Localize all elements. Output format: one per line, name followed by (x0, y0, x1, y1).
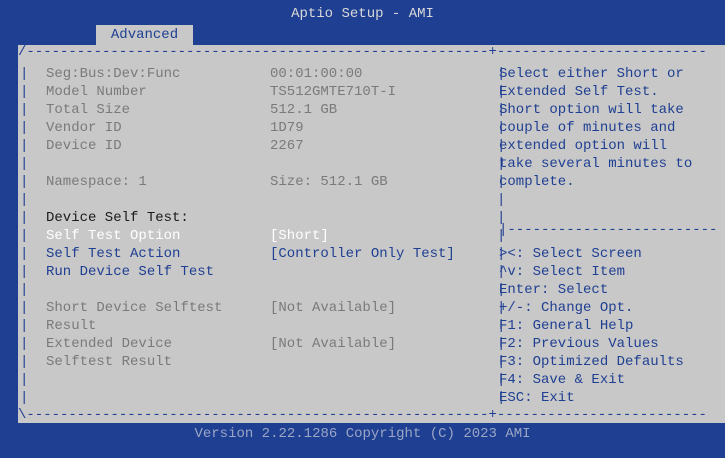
help-text-line: Select either Short or (499, 66, 684, 82)
help-text-line: Short option will take (499, 102, 684, 118)
value-namespace-size: Size: 512.1 GB (270, 174, 388, 190)
border-glyph: | (20, 336, 29, 352)
border-glyph: | (20, 264, 29, 280)
label-extended-device: Extended Device (46, 336, 173, 352)
border-glyph: | (20, 138, 29, 154)
label-short-selftest-result: Result (46, 318, 97, 334)
help-text-line: complete. (499, 174, 575, 190)
label-extended-selftest-result: Selftest Result (46, 354, 173, 370)
border-glyph: | (20, 318, 29, 334)
value-short-selftest: [Not Available] (270, 300, 397, 316)
value-total-size: 512.1 GB (270, 102, 338, 118)
app-title: Aptio Setup - AMI (291, 6, 434, 22)
value-model-number: TS512GMTE710T-I (270, 84, 397, 100)
key-hint: ^v: Select Item (499, 264, 626, 280)
border-glyph: | (20, 156, 29, 172)
border-glyph: | (497, 192, 506, 208)
border-glyph: | (20, 210, 29, 226)
label-vendor-id: Vendor ID (46, 120, 122, 136)
tab-advanced[interactable]: Advanced (96, 25, 193, 45)
label-short-selftest: Short Device Selftest (46, 300, 223, 316)
help-text-line: extended option will (499, 138, 668, 154)
label-total-size: Total Size (46, 102, 131, 118)
border-glyph: | (20, 228, 29, 244)
label-namespace: Namespace: 1 (46, 174, 147, 190)
border-glyph: | (20, 174, 29, 190)
border-glyph: | (20, 192, 29, 208)
run-device-self-test-item[interactable]: Run Device Self Test (46, 263, 214, 281)
help-text-line: Extended Self Test. (499, 84, 659, 100)
frame-top-border: /---------------------------------------… (18, 45, 707, 59)
key-hint: ESC: Exit (499, 390, 575, 406)
border-glyph: | (20, 246, 29, 262)
help-text-line: couple of minutes and (499, 120, 676, 136)
key-hint: F2: Previous Values (499, 336, 659, 352)
border-glyph: | (20, 84, 29, 100)
value-vendor-id: 1D79 (270, 120, 304, 136)
label-seg-bus-dev-func: Seg:Bus:Dev:Func (46, 66, 181, 82)
border-glyph: | (20, 390, 29, 406)
device-self-test-heading: Device Self Test: (46, 210, 189, 226)
key-hint: ><: Select Screen (499, 246, 642, 262)
key-hint: Enter: Select (499, 282, 609, 298)
value-extended-selftest: [Not Available] (270, 336, 397, 352)
self-test-action-item[interactable]: Self Test Action (46, 245, 180, 263)
help-divider: |------------------------- (499, 223, 718, 237)
border-glyph: | (20, 102, 29, 118)
border-glyph: | (20, 120, 29, 136)
border-glyph: | (20, 66, 29, 82)
key-hint: +/-: Change Opt. (499, 300, 634, 316)
self-test-option-value[interactable]: [Short] (270, 227, 329, 245)
label-model-number: Model Number (46, 84, 147, 100)
value-seg-bus-dev-func: 00:01:00:00 (270, 66, 363, 82)
key-hint: F4: Save & Exit (499, 372, 626, 388)
version-footer: Version 2.22.1286 Copyright (C) 2023 AMI (194, 426, 531, 442)
value-device-id: 2267 (270, 138, 304, 154)
border-glyph: | (20, 354, 29, 370)
label-device-id: Device ID (46, 138, 122, 154)
border-glyph: | (20, 372, 29, 388)
key-hint: F3: Optimized Defaults (499, 354, 684, 370)
key-hint: F1: General Help (499, 318, 634, 334)
help-text-line: take several minutes to (499, 156, 693, 172)
self-test-option-item[interactable]: Self Test Option (46, 227, 180, 245)
frame-bottom-border: \---------------------------------------… (18, 408, 707, 422)
self-test-action-value[interactable]: [Controller Only Test] (270, 245, 455, 263)
border-glyph: | (20, 300, 29, 316)
border-glyph: | (20, 282, 29, 298)
